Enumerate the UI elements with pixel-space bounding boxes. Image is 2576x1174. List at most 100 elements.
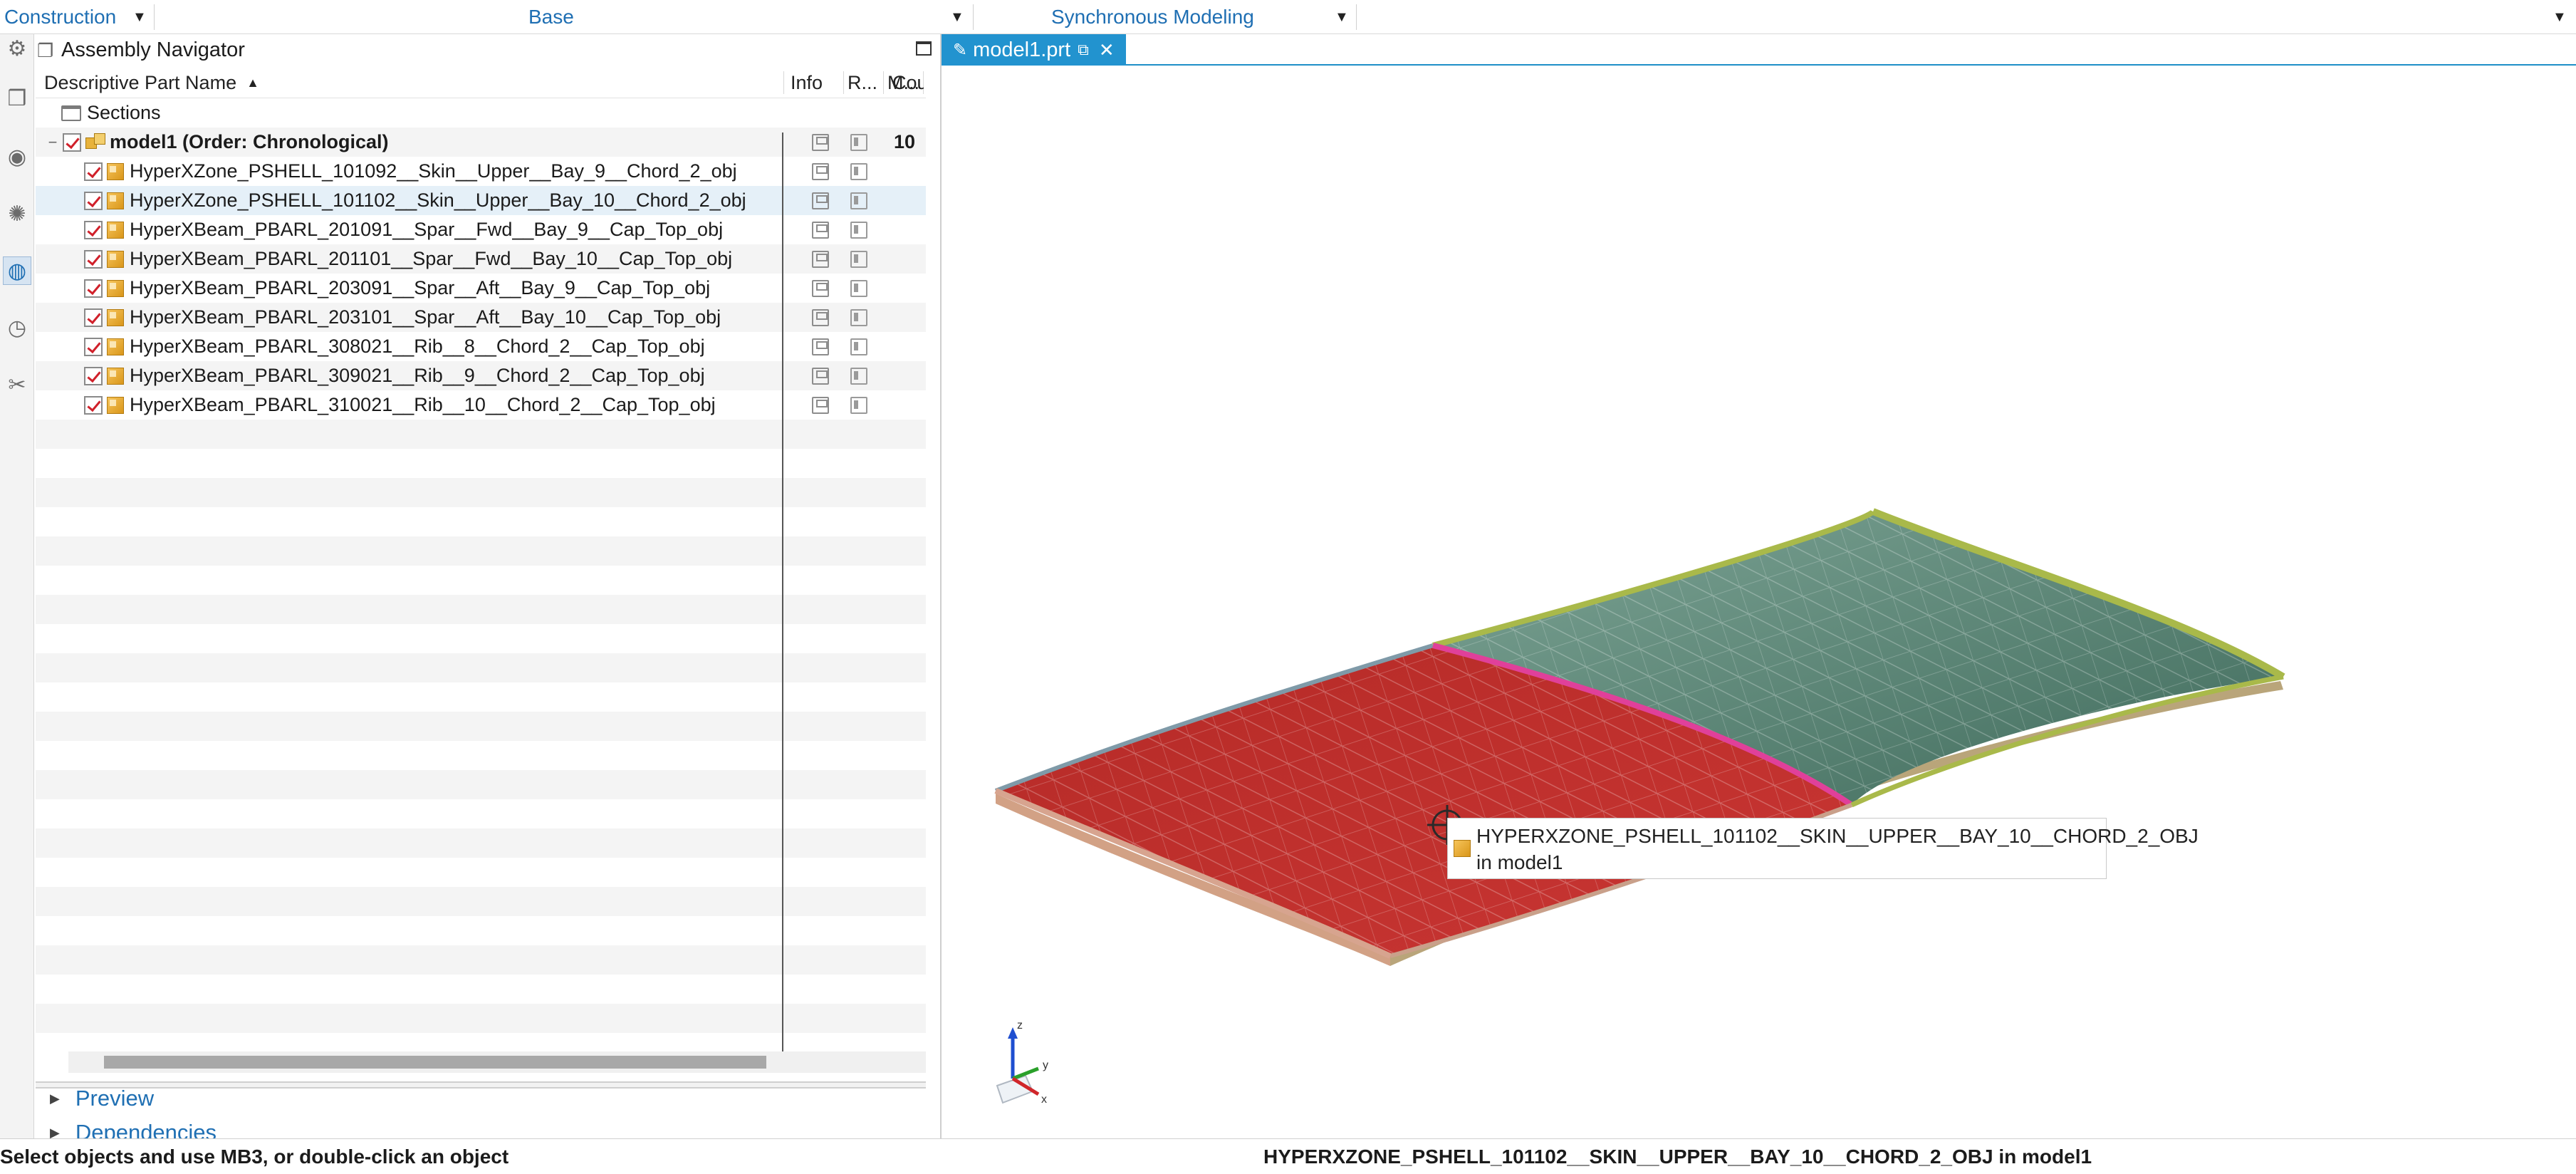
- divider: [883, 71, 884, 94]
- part-name: HyperXBeam_PBARL_309021__Rib__9__Chord_2…: [130, 365, 705, 386]
- visibility-checkbox[interactable]: [84, 220, 103, 239]
- column-r-header[interactable]: R...: [848, 67, 883, 98]
- visibility-checkbox[interactable]: [84, 162, 103, 181]
- model-icon: [850, 338, 867, 355]
- column-count-header[interactable]: Cou: [892, 67, 924, 98]
- construction-combo[interactable]: Construction: [4, 0, 116, 34]
- column-info-header[interactable]: Info: [791, 67, 840, 98]
- modeling-label: Synchronous Modeling: [1051, 6, 1254, 28]
- modeling-dropdown-icon[interactable]: ▼: [1335, 0, 1349, 34]
- panel-title-bar: ❐ Assembly Navigator: [36, 34, 940, 66]
- tree-row-part-highlighted[interactable]: HyperXZone_PSHELL_101102__Skin__Upper__B…: [36, 186, 926, 215]
- tree-row-sections[interactable]: Sections: [36, 98, 926, 128]
- tree-row-part[interactable]: HyperXBeam_PBARL_203091__Spar__Aft__Bay_…: [36, 274, 926, 303]
- resource-bar: ⚙ ❒ ◉ ✺ ◍ ◷ ✂: [0, 34, 34, 1138]
- web-icon[interactable]: ◍: [3, 256, 31, 285]
- part-nav-icon[interactable]: ◉: [3, 142, 31, 171]
- model-icon: [850, 309, 867, 326]
- constraint-icon[interactable]: ✺: [3, 199, 31, 228]
- top-ribbon-bar: Construction ▼ Base ▼ Synchronous Modeli…: [0, 0, 2576, 34]
- save-icon: [812, 163, 829, 180]
- model-icon: [850, 222, 867, 239]
- tab-model1[interactable]: ✎ model1.prt ⧉ ✕: [942, 34, 1126, 66]
- part-icon: [107, 279, 124, 297]
- visibility-checkbox[interactable]: [84, 249, 103, 269]
- assembly-icon[interactable]: ❒: [3, 84, 31, 113]
- part-name: HyperXBeam_PBARL_310021__Rib__10__Chord_…: [130, 394, 716, 415]
- visibility-checkbox[interactable]: [84, 279, 103, 298]
- horizontal-scrollbar[interactable]: [68, 1051, 926, 1073]
- divider: [1356, 4, 1357, 30]
- save-icon: [812, 134, 829, 151]
- visibility-checkbox[interactable]: [84, 308, 103, 327]
- visibility-checkbox[interactable]: [84, 395, 103, 415]
- column-splitter[interactable]: [782, 133, 783, 1055]
- settings-icon[interactable]: ⚙: [3, 34, 31, 63]
- graphics-window[interactable]: ✎ model1.prt ⧉ ✕ z y x HYPERXZONE_PSHELL…: [940, 34, 2576, 1138]
- divider: [843, 71, 844, 94]
- save-icon: [812, 368, 829, 385]
- status-prompt: Select objects and use MB3, or double-cl…: [0, 1145, 509, 1168]
- history-icon[interactable]: ◷: [3, 313, 31, 342]
- selection-tooltip: HYPERXZONE_PSHELL_101102__SKIN__UPPER__B…: [1447, 818, 2199, 879]
- tree-row-part[interactable]: HyperXBeam_PBARL_201091__Spar__Fwd__Bay_…: [36, 215, 926, 244]
- column-name-label: Descriptive Part Name: [44, 71, 237, 93]
- empty-row: [36, 1004, 926, 1033]
- tools-icon[interactable]: ✂: [3, 370, 31, 399]
- model-icon: [850, 251, 867, 268]
- popout-icon[interactable]: ⧉: [1078, 41, 1089, 59]
- svg-text:z: z: [1017, 1019, 1023, 1032]
- navigator-tree: Sections − model1 (Order: Chronological)…: [36, 98, 926, 1053]
- tree-row-part[interactable]: HyperXBeam_PBARL_310021__Rib__10__Chord_…: [36, 390, 926, 420]
- maximize-icon[interactable]: [916, 41, 932, 56]
- preview-section[interactable]: ▶ Preview: [50, 1084, 154, 1113]
- save-icon: [812, 338, 829, 355]
- construction-dropdown-icon[interactable]: ▼: [132, 0, 147, 34]
- part-icon: [107, 221, 124, 239]
- empty-row: [36, 828, 926, 858]
- panel-title: Assembly Navigator: [61, 38, 245, 61]
- visibility-checkbox[interactable]: [84, 191, 103, 210]
- sections-label: Sections: [87, 102, 161, 123]
- empty-row: [36, 653, 926, 682]
- visibility-checkbox[interactable]: [63, 133, 81, 152]
- part-icon: [107, 250, 124, 268]
- base-combo[interactable]: Base: [528, 0, 574, 34]
- tree-row-root[interactable]: − model1 (Order: Chronological) 10: [36, 128, 926, 157]
- 3d-viewport[interactable]: z y x: [942, 67, 2576, 1137]
- visibility-checkbox[interactable]: [84, 366, 103, 385]
- model-icon: [850, 192, 867, 209]
- ribbon-dropdown-icon[interactable]: ▼: [2552, 0, 2567, 34]
- save-icon: [812, 251, 829, 268]
- root-label: model1 (Order: Chronological): [110, 131, 389, 152]
- part-icon: [107, 338, 124, 355]
- modeling-combo[interactable]: Synchronous Modeling: [1051, 0, 1254, 34]
- tree-row-part[interactable]: HyperXBeam_PBARL_308021__Rib__8__Chord_2…: [36, 332, 926, 361]
- empty-row: [36, 420, 926, 449]
- empty-row: [36, 595, 926, 624]
- svg-text:y: y: [1043, 1059, 1048, 1071]
- save-icon: [812, 280, 829, 297]
- assembly-navigator-icon: ❐: [37, 40, 54, 61]
- tree-row-part[interactable]: HyperXBeam_PBARL_203101__Spar__Aft__Bay_…: [36, 303, 926, 332]
- tree-row-part[interactable]: HyperXZone_PSHELL_101092__Skin__Upper__B…: [36, 157, 926, 186]
- model-icon: [850, 134, 867, 151]
- part-icon: [107, 396, 124, 414]
- status-selection: HYPERXZONE_PSHELL_101102__SKIN__UPPER__B…: [1263, 1145, 2092, 1168]
- column-name-header[interactable]: Descriptive Part Name ▲: [44, 67, 778, 98]
- close-icon[interactable]: ✕: [1099, 39, 1115, 61]
- empty-row: [36, 887, 926, 916]
- empty-row: [36, 799, 926, 828]
- tree-row-part[interactable]: HyperXBeam_PBARL_309021__Rib__9__Chord_2…: [36, 361, 926, 390]
- tree-row-part[interactable]: HyperXBeam_PBARL_201101__Spar__Fwd__Bay_…: [36, 244, 926, 274]
- scrollbar-thumb[interactable]: [104, 1056, 766, 1069]
- sort-ascending-icon: ▲: [246, 75, 259, 90]
- visibility-checkbox[interactable]: [84, 337, 103, 356]
- empty-row: [36, 1033, 926, 1053]
- collapse-icon[interactable]: −: [46, 133, 60, 152]
- empty-row: [36, 975, 926, 1004]
- base-dropdown-icon[interactable]: ▼: [950, 0, 964, 34]
- assembly-navigator-panel: ❐ Assembly Navigator Descriptive Part Na…: [36, 34, 940, 1145]
- status-bar: Select objects and use MB3, or double-cl…: [0, 1138, 2576, 1173]
- panel-splitter[interactable]: [36, 1081, 926, 1089]
